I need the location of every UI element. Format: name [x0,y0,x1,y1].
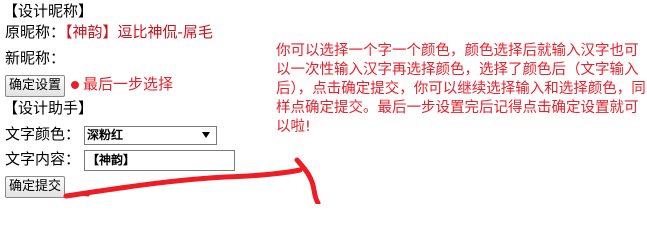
arrow-stroke [63,167,303,199]
hand-drawn-arrow-icon [63,157,321,204]
arrow-tail-stroke [68,192,90,197]
arrow-head-stroke [294,157,321,204]
page: 【设计昵称】 原昵称：【神韵】逗比神侃-屌毛 新昵称： 确定设置 最后一步选择 【… [0,0,647,204]
